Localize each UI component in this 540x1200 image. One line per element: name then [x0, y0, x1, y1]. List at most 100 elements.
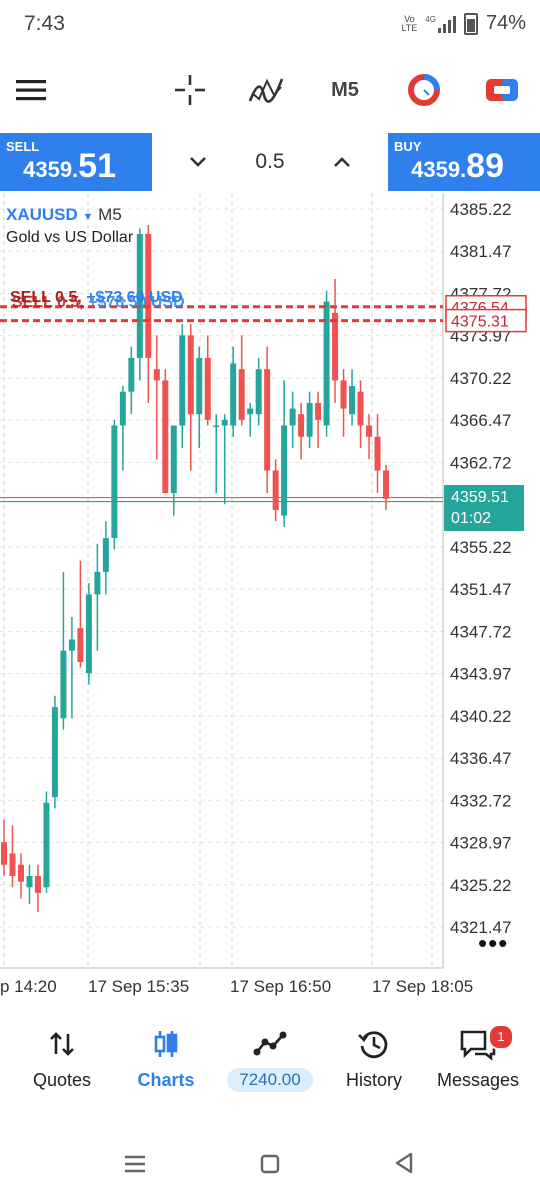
volume-increase-button[interactable] — [318, 138, 366, 186]
status-icons: Vo LTE 4G 74% — [401, 12, 526, 35]
candle-body — [85, 594, 92, 674]
candle-body — [119, 391, 126, 426]
chart-description: Gold vs US Dollar — [6, 229, 134, 246]
trade-icon — [216, 1026, 324, 1062]
chart-symbol[interactable]: XAUUSD ▼ M5 — [6, 205, 122, 225]
menu-icon[interactable] — [14, 70, 48, 110]
candle-body — [349, 386, 356, 415]
candle-body — [153, 369, 160, 381]
candle-body — [374, 436, 381, 471]
history-icon — [320, 1026, 428, 1062]
candle-body — [111, 425, 118, 539]
candle-body — [94, 571, 101, 595]
sell-price: 4359.51 — [23, 147, 116, 185]
back-button[interactable] — [394, 1152, 414, 1179]
price-tick-label: 4340.22 — [450, 707, 511, 726]
candle-body — [221, 419, 228, 426]
candle-body — [179, 335, 186, 426]
recent-apps-button[interactable] — [124, 1154, 146, 1179]
price-tick-label: 4362.72 — [450, 453, 511, 472]
more-options-icon[interactable]: ••• — [478, 930, 508, 956]
messages-icon — [424, 1026, 532, 1062]
candle-body — [340, 380, 347, 409]
nav-history-label: History — [345, 1070, 402, 1090]
price-tick-label: 4385.22 — [450, 200, 511, 219]
volume-control: 0.5 — [152, 133, 388, 191]
buy-button[interactable]: BUY 4359.89 — [388, 133, 540, 191]
charts-icon — [112, 1026, 220, 1062]
candle-body — [332, 312, 339, 381]
price-tick-label: 4370.22 — [450, 369, 511, 388]
price-tick-label: 4355.22 — [450, 538, 511, 557]
volume-value[interactable]: 0.5 — [255, 150, 284, 174]
current-price-badge: 4359.51 01:02 — [444, 485, 524, 531]
price-tick-label: 4325.22 — [450, 876, 511, 895]
status-bar: 7:43 Vo LTE 4G 74% — [0, 0, 540, 50]
sell-button[interactable]: SELL 4359.51 — [0, 133, 152, 191]
trade-bar: SELL 4359.51 0.5 BUY 4359.89 — [0, 133, 540, 191]
candle-body — [264, 369, 271, 471]
price-tick-label: 4351.47 — [450, 580, 511, 599]
price-chart[interactable]: 4385.224381.474377.724373.974370.224366.… — [0, 193, 540, 1003]
time-tick-label: p 14:20 — [0, 977, 57, 996]
candle-body — [102, 538, 109, 572]
system-navigation — [0, 1140, 540, 1190]
candle-body — [357, 391, 364, 426]
one-click-trading-icon[interactable] — [482, 70, 522, 110]
candle-body — [298, 414, 305, 437]
candle-body — [60, 650, 67, 719]
price-tick-label: 4347.72 — [450, 622, 511, 641]
price-tick-label: 4343.97 — [450, 665, 511, 684]
candle-body — [77, 628, 84, 662]
nav-quotes[interactable]: Quotes — [8, 1020, 116, 1100]
candle-body — [9, 853, 16, 876]
chart-toolbar: M5 — [0, 50, 540, 130]
indicators-icon[interactable] — [246, 70, 286, 110]
messages-badge: 1 — [488, 1024, 514, 1050]
time-tick-label: 17 Sep 15:35 — [88, 977, 189, 996]
candle-body — [383, 470, 389, 499]
candle-body — [26, 875, 33, 888]
timeframe-button[interactable]: M5 — [322, 70, 368, 110]
nav-history[interactable]: History — [320, 1020, 428, 1100]
price-tick-label: 4328.97 — [450, 834, 511, 853]
candle-body — [162, 380, 169, 494]
clock: 7:43 — [24, 12, 65, 35]
candle-body — [366, 425, 373, 437]
candle-body — [315, 402, 322, 420]
nav-charts-label: Charts — [137, 1070, 195, 1090]
candle-body — [306, 402, 313, 437]
candle-body — [213, 425, 220, 427]
home-button[interactable] — [260, 1154, 280, 1179]
crosshair-icon[interactable] — [170, 70, 210, 110]
nav-messages-label: Messages — [436, 1070, 520, 1090]
signal-icon: 4G — [425, 15, 456, 33]
chart-style-icon[interactable] — [404, 70, 444, 110]
candle-body — [1, 842, 7, 865]
candle-body — [247, 408, 254, 415]
nav-quotes-label: Quotes — [32, 1070, 92, 1090]
volte-icon: Vo LTE — [401, 13, 418, 33]
candle-body — [289, 408, 296, 426]
account-balance: 7240.00 — [227, 1068, 313, 1092]
volume-decrease-button[interactable] — [174, 138, 222, 186]
quotes-icon — [8, 1026, 116, 1062]
candle-body — [43, 802, 50, 888]
buy-price: 4359.89 — [411, 147, 504, 185]
candle-body — [51, 707, 58, 798]
price-tick-label: 4366.47 — [450, 411, 511, 430]
time-tick-label: 17 Sep 18:05 — [372, 977, 473, 996]
bottom-navigation: Quotes Charts 7240.00 History 1 Messages — [0, 1020, 540, 1100]
candle-body — [17, 864, 24, 882]
candle-body — [230, 363, 237, 426]
nav-trade-label: 7240.00 — [216, 1068, 324, 1092]
nav-messages[interactable]: 1 Messages — [424, 1020, 532, 1100]
order-label[interactable]: SELL 0.5, +$78.50 USD — [12, 294, 185, 312]
candle-body — [238, 369, 245, 420]
nav-charts[interactable]: Charts — [112, 1020, 220, 1100]
candle-body — [128, 357, 135, 392]
price-tick-label: 4332.72 — [450, 791, 511, 810]
price-tick-label: 4381.47 — [450, 242, 511, 261]
nav-trade[interactable]: 7240.00 — [216, 1020, 324, 1100]
candle-body — [187, 335, 194, 415]
